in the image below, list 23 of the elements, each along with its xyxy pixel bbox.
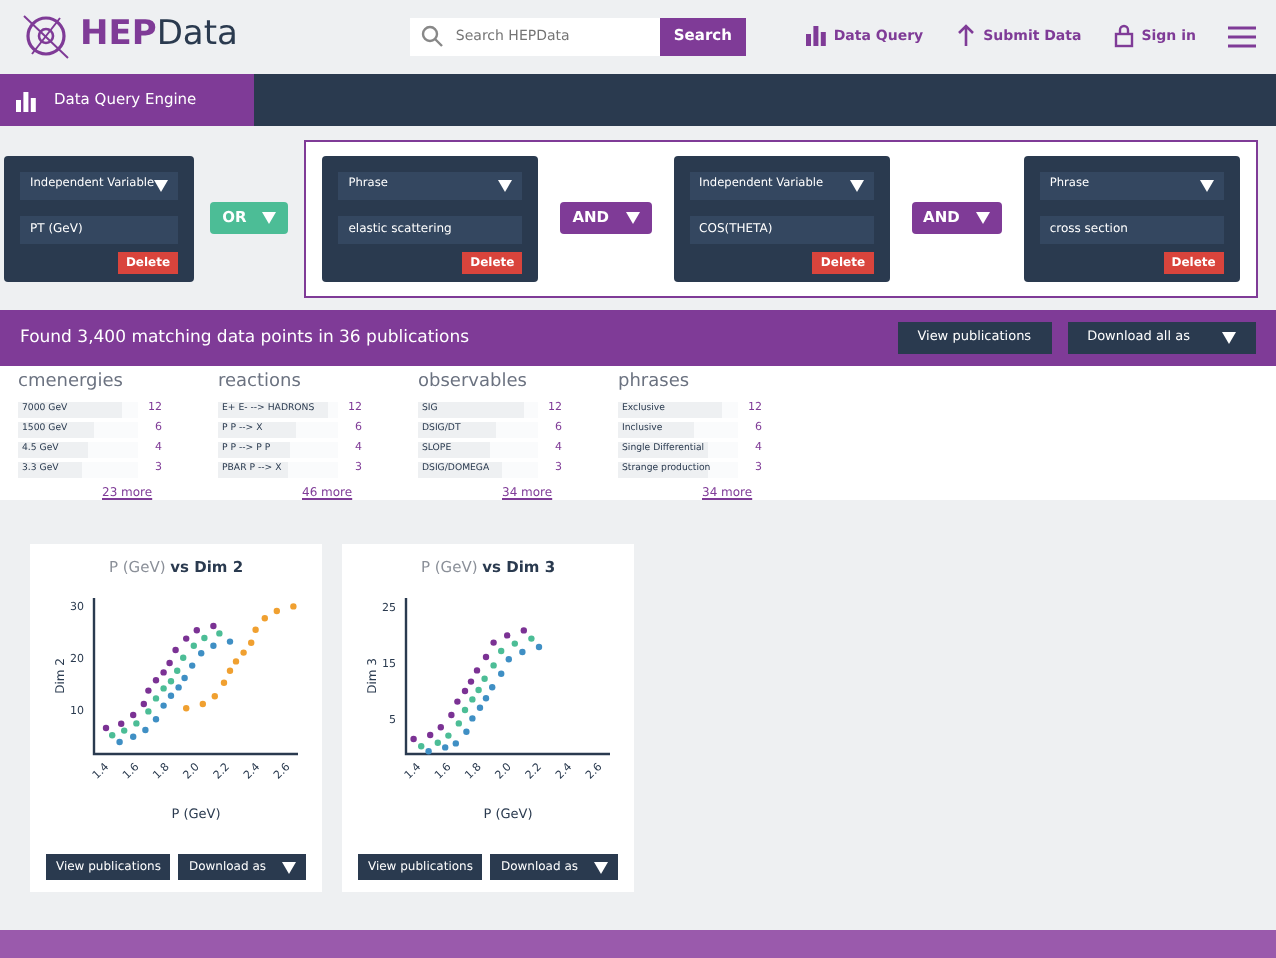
up-arrow-icon bbox=[955, 24, 976, 48]
logo-text[interactable]: HEPData bbox=[80, 10, 238, 62]
bar-chart-icon bbox=[805, 24, 826, 48]
caret-icon bbox=[849, 179, 864, 191]
lock-icon bbox=[1113, 24, 1134, 48]
caret-icon bbox=[1199, 179, 1214, 191]
caret-icon bbox=[594, 861, 609, 873]
facet-title: reactions bbox=[218, 370, 303, 396]
caret-icon bbox=[975, 212, 990, 224]
caret-icon bbox=[1222, 332, 1236, 344]
facet-title: cmenergies bbox=[18, 370, 125, 396]
caret-icon bbox=[625, 212, 640, 224]
caret-icon bbox=[282, 861, 297, 873]
caret-icon bbox=[262, 212, 277, 224]
bar-chart-icon bbox=[16, 89, 38, 111]
results-heading: Found 3,400 matching data points in 36 publications bbox=[20, 325, 470, 351]
caret-icon bbox=[498, 179, 513, 191]
facet-title: phrases bbox=[618, 370, 692, 396]
facet-title: observables bbox=[418, 370, 529, 396]
search-icon bbox=[419, 24, 444, 48]
menu-icon[interactable] bbox=[1228, 25, 1256, 47]
logo-icon bbox=[20, 10, 72, 62]
caret-icon bbox=[154, 179, 169, 191]
